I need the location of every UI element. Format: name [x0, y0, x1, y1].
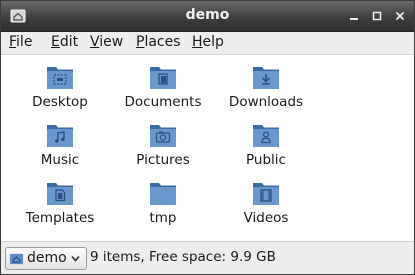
file-label: Downloads	[228, 94, 304, 110]
public-folder-icon	[253, 125, 279, 147]
maximize-button[interactable]	[370, 9, 384, 23]
menu-places[interactable]: Places	[135, 34, 182, 50]
videos-folder-icon	[253, 183, 279, 205]
folder-music[interactable]: Music	[10, 122, 110, 178]
chevron-down-icon	[71, 255, 80, 262]
menu-help[interactable]: Help	[191, 34, 225, 50]
menu-edit[interactable]: Edit	[50, 34, 79, 50]
folder-pictures[interactable]: Pictures	[113, 122, 213, 178]
folder-public[interactable]: Public	[216, 122, 316, 178]
title-bar[interactable]: demo	[1, 1, 414, 32]
folder-templates[interactable]: Templates	[10, 180, 110, 236]
file-label: Documents	[124, 94, 202, 110]
menu-places-label: laces	[144, 34, 181, 50]
status-bar: demo 9 items, Free space: 9.9 GB	[1, 241, 414, 274]
menu-edit-mnemonic: E	[51, 34, 60, 50]
folder-tmp[interactable]: tmp	[113, 180, 213, 236]
file-label: Public	[246, 152, 286, 168]
folder-desktop[interactable]: Desktop	[10, 64, 110, 120]
location-dropdown[interactable]: demo	[5, 247, 87, 270]
downloads-folder-icon	[253, 67, 279, 89]
menu-view-mnemonic: V	[90, 34, 100, 50]
status-summary: 9 items, Free space: 9.9 GB	[90, 249, 276, 265]
close-icon	[395, 11, 405, 21]
home-folder-icon	[9, 253, 24, 265]
file-manager-window: demo File Edit View Places Help Desktop	[0, 0, 415, 275]
menu-help-label: elp	[202, 34, 224, 50]
menu-file[interactable]: File	[8, 34, 33, 50]
folder-documents[interactable]: Documents	[113, 64, 213, 120]
maximize-icon	[372, 11, 382, 21]
templates-folder-icon	[47, 183, 73, 205]
folder-videos[interactable]: Videos	[216, 180, 316, 236]
menu-view-label: iew	[99, 34, 124, 50]
file-label: Desktop	[32, 94, 88, 110]
minimize-button[interactable]	[347, 9, 361, 23]
music-folder-icon	[47, 125, 73, 147]
folder-icon	[150, 183, 176, 205]
file-label: Videos	[243, 210, 289, 226]
location-label: demo	[27, 250, 67, 266]
menu-bar: File Edit View Places Help	[1, 32, 414, 55]
file-view[interactable]: Desktop Documents Downloads Music Pictur…	[1, 55, 414, 241]
file-label: Pictures	[136, 152, 190, 168]
pictures-folder-icon	[150, 125, 176, 147]
documents-folder-icon	[150, 67, 176, 89]
close-button[interactable]	[393, 9, 407, 23]
menu-edit-label: dit	[59, 34, 79, 50]
file-label: tmp	[149, 210, 177, 226]
menu-help-mnemonic: H	[192, 34, 203, 50]
file-label: Templates	[25, 210, 95, 226]
desktop-folder-icon	[47, 67, 73, 89]
menu-file-label: ile	[16, 34, 33, 50]
file-label: Music	[40, 152, 80, 168]
menu-file-mnemonic: F	[9, 34, 17, 50]
menu-view[interactable]: View	[89, 34, 124, 50]
folder-downloads[interactable]: Downloads	[216, 64, 316, 120]
minimize-icon	[350, 18, 358, 20]
